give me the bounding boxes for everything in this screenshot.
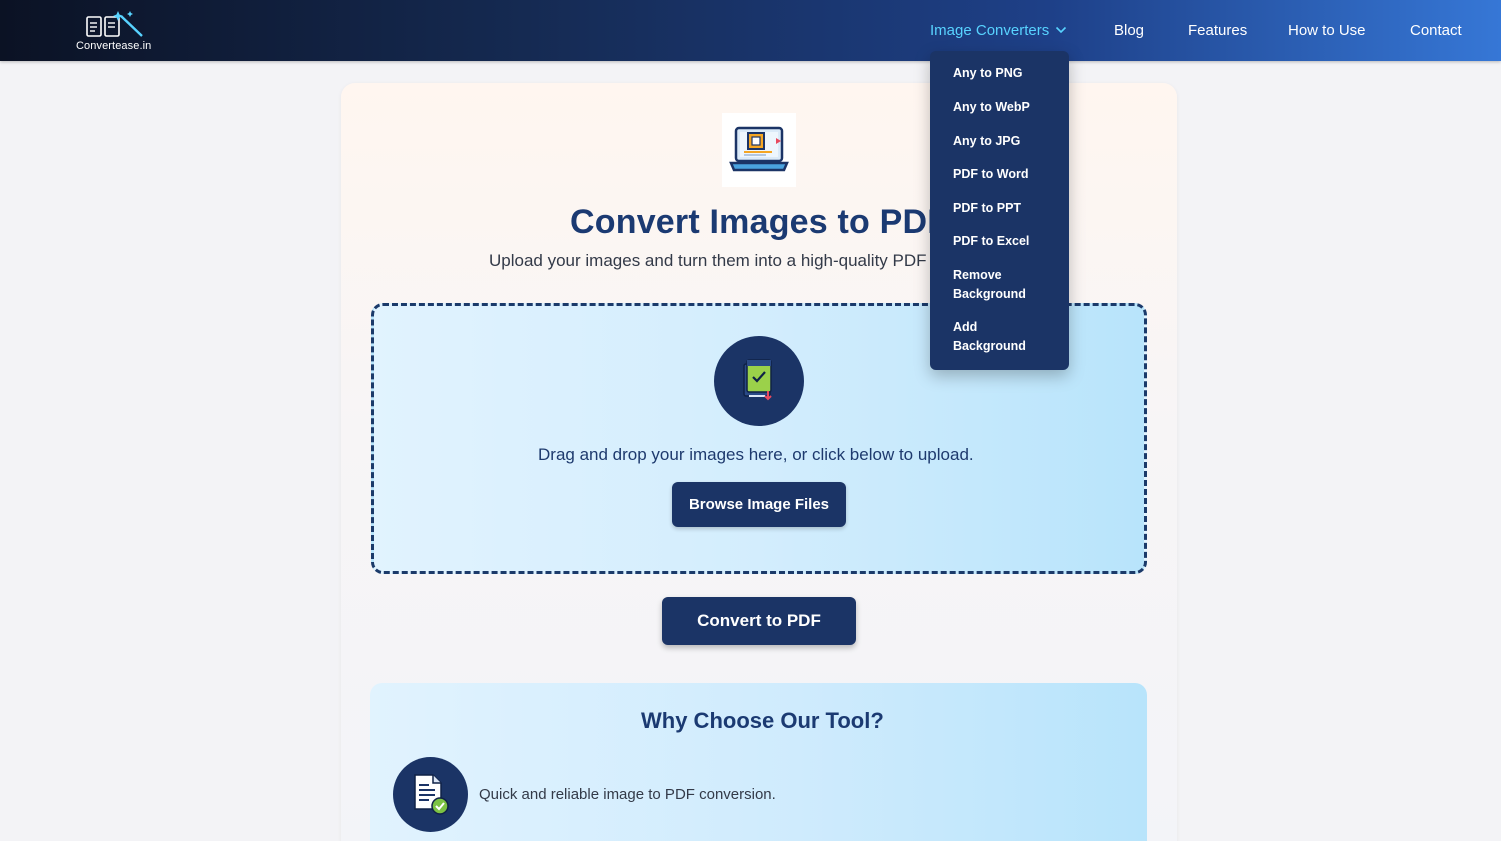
- page-title: Convert Images to PDF: [570, 203, 949, 241]
- menu-item-pdf-to-excel[interactable]: PDF to Excel: [953, 232, 1063, 251]
- menu-item-any-to-webp[interactable]: Any to WebP: [953, 98, 1063, 117]
- nav-how-to-use[interactable]: How to Use: [1288, 22, 1366, 39]
- menu-item-pdf-to-ppt[interactable]: PDF to PPT: [953, 199, 1063, 218]
- menu-item-pdf-to-word[interactable]: PDF to Word: [953, 165, 1063, 184]
- logo[interactable]: Converteasе.in: [76, 8, 156, 54]
- chevron-down-icon[interactable]: [1055, 26, 1067, 34]
- feature-icon-badge: [393, 757, 468, 832]
- hero-image: [722, 113, 796, 187]
- menu-item-any-to-png[interactable]: Any to PNG: [953, 64, 1063, 83]
- logo-text: Converteasе.in: [76, 40, 152, 52]
- browse-files-button[interactable]: Browse Image Files: [672, 482, 846, 527]
- upload-document-icon: [743, 359, 772, 401]
- menu-item-any-to-jpg[interactable]: Any to JPG: [953, 132, 1063, 151]
- page-subtitle: Upload your images and turn them into a …: [489, 251, 958, 270]
- laptop-image-icon: [729, 126, 789, 172]
- feature-text: Quick and reliable image to PDF conversi…: [479, 786, 776, 803]
- menu-item-add-background[interactable]: Add Background: [953, 318, 1043, 356]
- navbar: Converteasе.in Image Converters Blog Fea…: [0, 0, 1501, 61]
- why-section: [370, 683, 1147, 841]
- logo-icon: [86, 11, 143, 37]
- document-check-icon: [414, 774, 449, 815]
- menu-item-remove-background[interactable]: Remove Background: [953, 266, 1043, 304]
- nav-blog[interactable]: Blog: [1114, 22, 1144, 39]
- image-converters-dropdown: Any to PNG Any to WebP Any to JPG PDF to…: [930, 51, 1069, 370]
- nav-features[interactable]: Features: [1188, 22, 1247, 39]
- nav-image-converters[interactable]: Image Converters: [930, 22, 1049, 39]
- drop-instructions: Drag and drop your images here, or click…: [538, 445, 974, 464]
- why-title: Why Choose Our Tool?: [641, 708, 884, 733]
- nav-contact[interactable]: Contact: [1410, 22, 1462, 39]
- upload-icon-badge: [714, 336, 804, 426]
- convert-to-pdf-button[interactable]: Convert to PDF: [662, 597, 856, 645]
